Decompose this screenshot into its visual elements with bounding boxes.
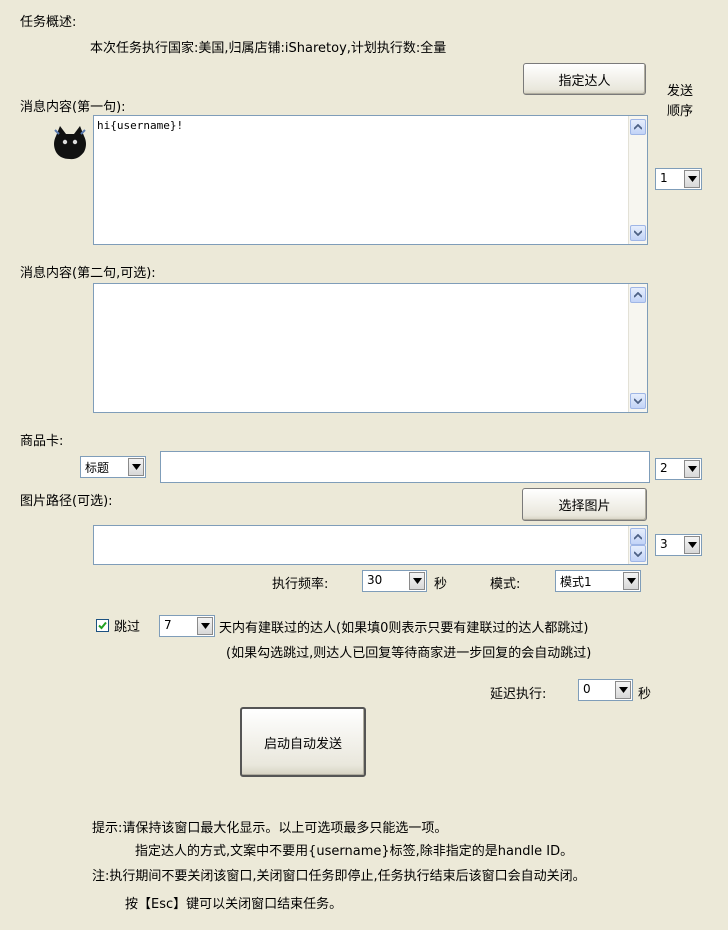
product-type-value: 标题 — [85, 461, 110, 475]
message1-scrollbar[interactable] — [628, 116, 647, 244]
image-path-label: 图片路径(可选): — [20, 494, 113, 509]
chevron-up-icon — [634, 292, 642, 298]
overview-detail: 本次任务执行国家:美国,归属店铺:iSharetoy,计划执行数:全量 — [90, 41, 447, 56]
tip-line-4: 按【Esc】键可以关闭窗口结束任务。 — [125, 897, 343, 912]
scroll-down-button[interactable] — [630, 545, 646, 562]
mascot-avatar — [50, 122, 90, 162]
chevron-down-icon — [626, 578, 636, 584]
chevron-down-icon — [634, 230, 642, 236]
message1-label: 消息内容(第一句): — [20, 100, 126, 115]
image-path-textarea[interactable] — [93, 525, 648, 565]
image-order-value: 3 — [660, 537, 668, 551]
skip-days-value: 7 — [164, 618, 172, 632]
image-order-select[interactable]: 3 — [655, 534, 702, 556]
scroll-up-button[interactable] — [630, 287, 646, 303]
product-type-select[interactable]: 标题 — [80, 456, 146, 478]
scroll-down-button[interactable] — [630, 393, 646, 409]
message1-text: hi{username}! — [97, 119, 184, 132]
product-card-input[interactable] — [160, 451, 650, 483]
delay-label: 延迟执行: — [490, 687, 547, 702]
skip-checkbox[interactable] — [96, 619, 109, 632]
overview-title: 任务概述: — [20, 15, 77, 30]
send-order-label: 发送 顺序 — [666, 84, 693, 119]
delay-unit: 秒 — [638, 687, 652, 702]
delay-value: 0 — [583, 682, 591, 696]
dropdown-button[interactable] — [684, 170, 700, 188]
dropdown-button[interactable] — [623, 572, 639, 590]
product-order-value: 2 — [660, 461, 668, 475]
image-path-scrollbar[interactable] — [628, 526, 647, 564]
skip-label[interactable]: 跳过 — [114, 616, 140, 635]
tip-line-2: 指定达人的方式,文案中不要用{username}标签,除非指定的是handle … — [135, 844, 574, 859]
mode-label: 模式: — [490, 577, 521, 592]
frequency-label: 执行频率: — [272, 577, 329, 592]
scroll-up-button[interactable] — [630, 528, 646, 545]
message2-scrollbar[interactable] — [628, 284, 647, 412]
chevron-down-icon — [687, 176, 697, 182]
message1-order-select[interactable]: 1 — [655, 168, 702, 190]
dropdown-button[interactable] — [615, 681, 631, 699]
frequency-unit: 秒 — [434, 577, 448, 592]
chevron-down-icon — [634, 398, 642, 404]
dropdown-button[interactable] — [684, 460, 700, 478]
chevron-down-icon — [618, 687, 628, 693]
chevron-down-icon — [412, 578, 422, 584]
tip-line-3: 注:执行期间不要关闭该窗口,关闭窗口任务即停止,任务执行结束后该窗口会自动关闭。 — [92, 869, 586, 884]
chevron-down-icon — [634, 550, 642, 557]
message2-label: 消息内容(第二句,可选): — [20, 266, 156, 281]
skip-note: (如果勾选跳过,则达人已回复等待商家进一步回复的会自动跳过) — [226, 646, 592, 661]
product-order-select[interactable]: 2 — [655, 458, 702, 480]
choose-image-button[interactable]: 选择图片 — [522, 488, 647, 521]
chevron-down-icon — [687, 466, 697, 472]
start-auto-send-button[interactable]: 启动自动发送 — [240, 707, 366, 777]
chevron-up-icon — [634, 533, 642, 540]
scroll-up-button[interactable] — [630, 119, 646, 135]
mode-select[interactable]: 模式1 — [555, 570, 641, 592]
message2-textarea[interactable] — [93, 283, 648, 413]
skip-days-select[interactable]: 7 — [159, 615, 215, 637]
tip-line-1: 提示:请保持该窗口最大化显示。以上可选项最多只能选一项。 — [92, 821, 448, 836]
frequency-select[interactable]: 30 — [362, 570, 427, 592]
checkmark-icon — [98, 621, 107, 630]
mode-value: 模式1 — [560, 575, 592, 589]
scroll-down-button[interactable] — [630, 225, 646, 241]
chevron-down-icon — [200, 623, 210, 629]
product-card-label: 商品卡: — [20, 434, 64, 449]
chevron-down-icon — [131, 464, 141, 470]
dropdown-button[interactable] — [197, 617, 213, 635]
chevron-down-icon — [687, 542, 697, 548]
message1-order-value: 1 — [660, 171, 668, 185]
dropdown-button[interactable] — [684, 536, 700, 554]
message1-textarea[interactable]: hi{username}! — [93, 115, 648, 245]
assign-influencer-button[interactable]: 指定达人 — [523, 63, 646, 95]
dropdown-button[interactable] — [409, 572, 425, 590]
dropdown-button[interactable] — [128, 458, 144, 476]
chevron-up-icon — [634, 124, 642, 130]
delay-select[interactable]: 0 — [578, 679, 633, 701]
skip-description: 天内有建联过的达人(如果填0则表示只要有建联过的达人都跳过) — [219, 621, 589, 636]
frequency-value: 30 — [367, 573, 383, 587]
